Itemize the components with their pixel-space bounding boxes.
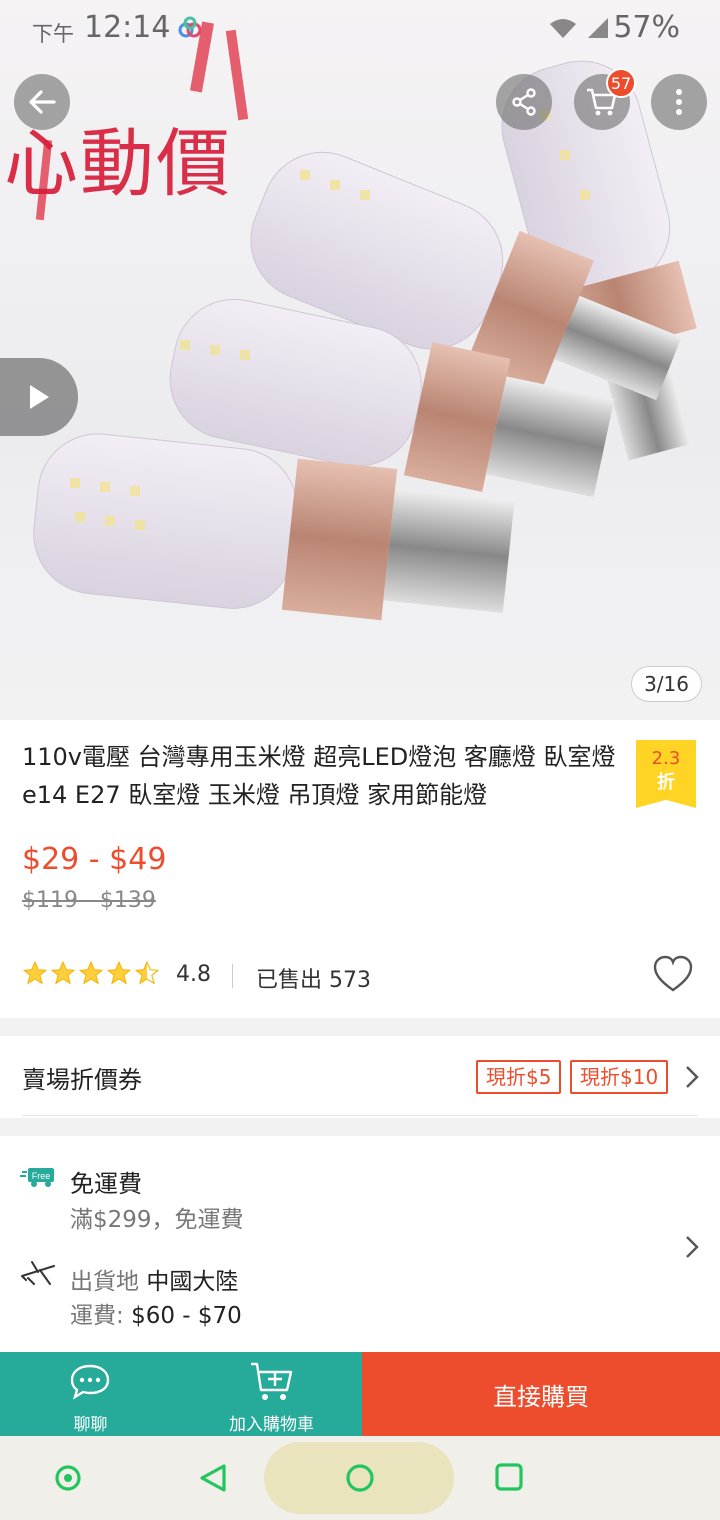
back-arrow-icon bbox=[29, 90, 56, 114]
chat-label: 聊聊 bbox=[73, 1415, 108, 1435]
add-to-cart-button[interactable]: 加入購物車 bbox=[181, 1352, 362, 1436]
rating-stars bbox=[22, 960, 160, 986]
nav-back-icon[interactable] bbox=[198, 1462, 230, 1494]
product-title: 110v電壓 台灣專用玉米燈 超亮LED燈泡 客廳燈 臥室燈e14 E27 臥室… bbox=[22, 743, 616, 809]
add-cart-icon bbox=[251, 1362, 293, 1400]
free-shipping-condition: 滿$299，免運費 bbox=[70, 1207, 244, 1233]
cart-count-badge: 57 bbox=[606, 68, 636, 98]
chat-button[interactable]: 聊聊 bbox=[0, 1352, 181, 1436]
rating-value: 4.8 bbox=[176, 962, 211, 987]
cart-button[interactable]: 57 bbox=[574, 68, 636, 130]
coupon-label: 賣場折價券 bbox=[22, 1066, 142, 1094]
share-button[interactable] bbox=[496, 74, 552, 130]
more-vertical-icon bbox=[676, 89, 682, 115]
star-half-icon bbox=[134, 960, 160, 985]
discount-value: 2.3 bbox=[651, 748, 681, 769]
star-full-icon bbox=[106, 960, 132, 985]
divider bbox=[232, 964, 233, 988]
ship-from-label: 出貨地 bbox=[70, 1269, 139, 1295]
nav-recents-icon[interactable] bbox=[494, 1462, 524, 1492]
free-shipping-title: 免運費 bbox=[70, 1170, 142, 1198]
ship-from-row: 出貨地 中國大陸 bbox=[70, 1262, 238, 1296]
star-full-icon bbox=[22, 960, 48, 985]
signal-icon bbox=[584, 16, 610, 44]
discount-unit: 折 bbox=[657, 772, 675, 793]
coupon-tag: 現折$10 bbox=[570, 1060, 669, 1094]
shop-coupon-row[interactable]: 賣場折價券 現折$5 現折$10 bbox=[0, 1036, 720, 1116]
add-cart-label: 加入購物車 bbox=[229, 1415, 314, 1435]
share-icon bbox=[512, 88, 536, 116]
divider bbox=[22, 1115, 698, 1116]
more-options-button[interactable] bbox=[651, 74, 707, 130]
bottom-action-bar: 聊聊 加入購物車 直接購買 bbox=[0, 1352, 720, 1436]
image-page-indicator: 3/16 bbox=[631, 666, 702, 702]
airplane-icon bbox=[21, 1261, 55, 1285]
play-video-button[interactable] bbox=[0, 358, 78, 436]
nav-home-icon[interactable] bbox=[344, 1462, 376, 1494]
back-button[interactable] bbox=[14, 74, 70, 130]
status-time: 12:14 bbox=[84, 10, 171, 45]
carrier-app-icon bbox=[178, 16, 202, 42]
nav-dot-icon[interactable] bbox=[54, 1464, 82, 1492]
discount-badge: 2.3 折 bbox=[636, 740, 696, 808]
heart-icon bbox=[653, 955, 693, 992]
chat-bubble-icon bbox=[70, 1364, 110, 1400]
coupon-tag: 現折$5 bbox=[476, 1060, 562, 1094]
free-shipping-icon: Free bbox=[20, 1168, 54, 1187]
status-time-prefix: 下午 bbox=[32, 22, 74, 46]
chevron-right-icon bbox=[686, 1066, 699, 1088]
status-bar: 下午 12:14 57% bbox=[0, 0, 720, 58]
shipping-fee-row: 運費: $60 - $70 bbox=[70, 1296, 242, 1330]
section-gap bbox=[0, 1018, 720, 1036]
free-icon-text: Free bbox=[32, 1171, 51, 1181]
system-nav-bar bbox=[0, 1436, 720, 1520]
section-gap bbox=[0, 1118, 720, 1136]
original-price: $119 - $139 bbox=[22, 888, 156, 913]
buy-now-button[interactable]: 直接購買 bbox=[362, 1352, 720, 1436]
product-image-carousel[interactable]: 下午 12:14 57% 心動價 57 3/16 bbox=[0, 0, 720, 720]
favorite-button[interactable] bbox=[652, 954, 694, 998]
battery-percent: 57% bbox=[613, 10, 680, 45]
shipping-fee-value: $60 - $70 bbox=[131, 1303, 242, 1329]
star-full-icon bbox=[78, 960, 104, 985]
shipping-fee-label: 運費: bbox=[70, 1303, 124, 1329]
play-icon bbox=[30, 385, 49, 409]
ship-from-value: 中國大陸 bbox=[146, 1269, 239, 1295]
wifi-icon bbox=[548, 16, 578, 44]
sold-count: 已售出 573 bbox=[256, 968, 371, 993]
chevron-right-icon bbox=[686, 1236, 699, 1258]
star-full-icon bbox=[50, 960, 76, 985]
price-range: $29 - $49 bbox=[22, 842, 167, 877]
